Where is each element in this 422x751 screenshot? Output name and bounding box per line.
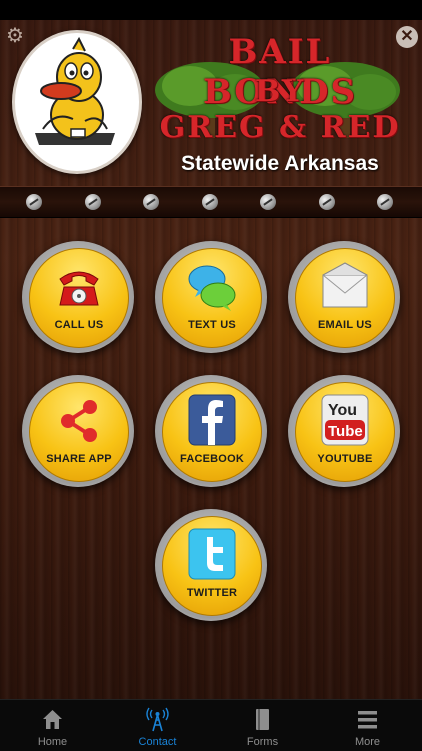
call-us-button[interactable]: CALL US	[22, 241, 134, 353]
gear-icon[interactable]: ⚙	[6, 26, 26, 46]
tab-home[interactable]: Home	[0, 700, 105, 751]
tab-home-label: Home	[37, 736, 68, 748]
youtube-button[interactable]: You Tube YOUTUBE	[288, 375, 400, 487]
button-face: You Tube YOUTUBE	[295, 382, 395, 482]
button-face: FACEBOOK	[162, 382, 262, 482]
screw-icon	[26, 194, 42, 210]
book-icon	[256, 709, 269, 730]
tab-bar: Home Contact Forms More	[0, 699, 422, 751]
button-face: TWITTER	[162, 516, 262, 616]
telephone-icon	[59, 271, 99, 306]
status-bar	[0, 0, 422, 20]
share-app-button[interactable]: SHARE APP	[22, 375, 134, 487]
brand-line-2: BY	[254, 74, 306, 109]
chat-bubbles-icon	[188, 265, 236, 311]
divider-strip	[0, 186, 422, 218]
share-icon	[61, 400, 97, 442]
home-icon	[43, 710, 62, 729]
text-us-label: TEXT US	[188, 319, 236, 331]
svg-text:Tube: Tube	[328, 423, 363, 440]
button-face: CALL US	[29, 248, 129, 348]
tab-more-label: More	[354, 736, 381, 748]
email-us-label: EMAIL US	[318, 319, 372, 331]
youtube-label: YOUTUBE	[317, 453, 373, 465]
tab-contact[interactable]: Contact	[105, 700, 210, 751]
tab-forms[interactable]: Forms	[210, 700, 315, 751]
twitter-icon	[188, 528, 236, 580]
button-face: TEXT US	[162, 248, 262, 348]
screw-icon	[85, 194, 101, 210]
youtube-icon: You Tube	[321, 394, 369, 446]
button-face: EMAIL US	[295, 248, 395, 348]
duck-mascot-icon	[19, 36, 135, 169]
share-app-label: SHARE APP	[46, 453, 112, 465]
screw-icon	[143, 194, 159, 210]
app-content: ⚙ ✕ BAIL BONDS BY GREG & RED Statewide A…	[0, 20, 422, 699]
tab-forms-label: Forms	[246, 736, 279, 748]
screw-icon	[319, 194, 335, 210]
logo	[12, 30, 142, 174]
tab-contact-label: Contact	[138, 736, 177, 748]
tab-more[interactable]: More	[315, 700, 420, 751]
screw-icon	[260, 194, 276, 210]
menu-icon	[358, 711, 377, 729]
screw-icon	[377, 194, 393, 210]
svg-text:You: You	[328, 402, 357, 419]
twitter-button[interactable]: TWITTER	[155, 509, 267, 621]
facebook-button[interactable]: FACEBOOK	[155, 375, 267, 487]
facebook-label: FACEBOOK	[180, 453, 244, 465]
radio-tower-icon	[146, 707, 169, 732]
button-face: SHARE APP	[29, 382, 129, 482]
tagline: Statewide Arkansas	[181, 152, 379, 175]
screw-icon	[202, 194, 218, 210]
email-us-button[interactable]: EMAIL US	[288, 241, 400, 353]
brand-line-3: GREG & RED	[159, 110, 401, 145]
call-us-label: CALL US	[54, 319, 104, 331]
facebook-icon	[188, 394, 236, 446]
text-us-button[interactable]: TEXT US	[155, 241, 267, 353]
twitter-label: TWITTER	[186, 587, 238, 599]
envelope-icon	[322, 262, 368, 308]
brand-title: BAIL BONDS BY GREG & RED Statewide Arkan…	[145, 28, 415, 178]
